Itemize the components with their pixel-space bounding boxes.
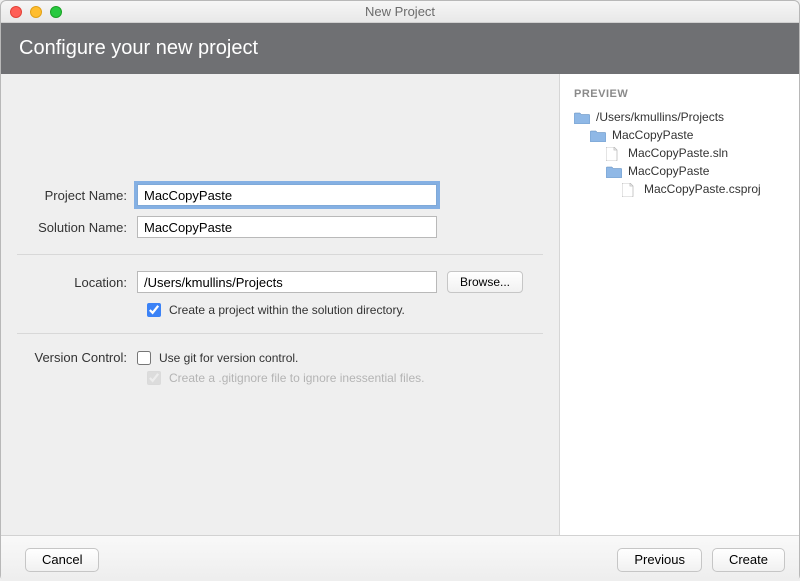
minimize-window-button[interactable] xyxy=(30,6,42,18)
tree-row-sln-file: MacCopyPaste.sln xyxy=(574,144,785,162)
tree-proj-folder-label: MacCopyPaste xyxy=(628,164,709,178)
folder-icon xyxy=(606,165,622,178)
create-button[interactable]: Create xyxy=(712,548,785,572)
titlebar: New Project xyxy=(1,1,799,23)
footer: Cancel Previous Create xyxy=(1,535,799,581)
close-window-button[interactable] xyxy=(10,6,22,18)
file-icon xyxy=(622,183,638,196)
use-git-label: Use git for version control. xyxy=(159,351,298,365)
tree-row-sln-folder: MacCopyPaste xyxy=(574,126,785,144)
create-in-solution-checkbox[interactable] xyxy=(147,303,161,317)
project-name-input[interactable] xyxy=(137,184,437,206)
file-icon xyxy=(606,147,622,160)
folder-icon xyxy=(574,111,590,124)
location-label: Location: xyxy=(17,275,137,290)
tree-proj-file-label: MacCopyPaste.csproj xyxy=(644,182,761,196)
form-column: Project Name: Solution Name: Location: B… xyxy=(1,74,559,535)
version-control-heading: Version Control: xyxy=(17,350,137,365)
tree-sln-folder-label: MacCopyPaste xyxy=(612,128,693,142)
folder-icon xyxy=(590,129,606,142)
solution-name-label: Solution Name: xyxy=(17,220,137,235)
tree-row-root: /Users/kmullins/Projects xyxy=(574,108,785,126)
window-controls xyxy=(10,6,62,18)
cancel-button[interactable]: Cancel xyxy=(25,548,99,572)
create-in-solution-label: Create a project within the solution dir… xyxy=(169,303,405,317)
body: Project Name: Solution Name: Location: B… xyxy=(1,74,799,535)
tree-row-proj-folder: MacCopyPaste xyxy=(574,162,785,180)
gitignore-label: Create a .gitignore file to ignore iness… xyxy=(169,371,424,385)
tree-root-label: /Users/kmullins/Projects xyxy=(596,110,724,124)
browse-button[interactable]: Browse... xyxy=(447,271,523,293)
tree-row-proj-file: MacCopyPaste.csproj xyxy=(574,180,785,198)
preview-panel: PREVIEW /Users/kmullins/Projects MacCopy… xyxy=(559,74,799,535)
tree-sln-file-label: MacCopyPaste.sln xyxy=(628,146,728,160)
gitignore-checkbox xyxy=(147,371,161,385)
previous-button[interactable]: Previous xyxy=(617,548,702,572)
use-git-checkbox[interactable] xyxy=(137,351,151,365)
preview-heading: PREVIEW xyxy=(574,88,785,100)
zoom-window-button[interactable] xyxy=(50,6,62,18)
separator xyxy=(17,333,543,334)
separator xyxy=(17,254,543,255)
solution-name-input[interactable] xyxy=(137,216,437,238)
location-input[interactable] xyxy=(137,271,437,293)
page-title: Configure your new project xyxy=(1,23,799,74)
window-title: New Project xyxy=(1,4,799,19)
project-name-label: Project Name: xyxy=(17,188,137,203)
